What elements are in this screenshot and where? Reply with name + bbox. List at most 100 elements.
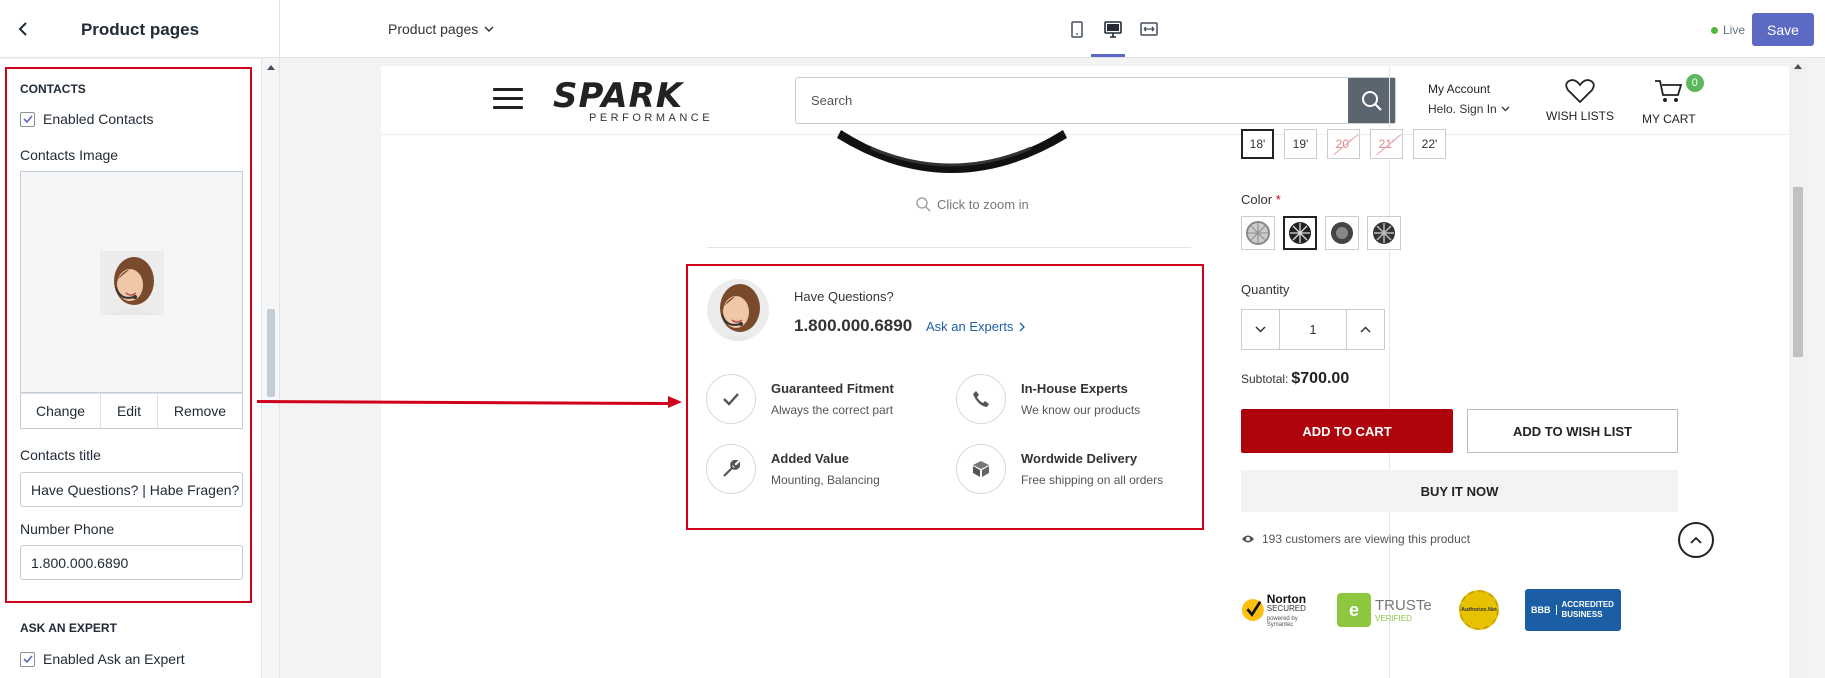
norton-check-icon <box>1241 599 1264 621</box>
feature-item: Wordwide Delivery Free shipping on all o… <box>956 444 1186 496</box>
bbb-line1: ACCREDITED <box>1561 600 1614 610</box>
contacts-annotation-frame <box>5 67 252 603</box>
checkmark-icon <box>22 655 33 663</box>
active-device-indicator <box>1091 54 1125 57</box>
feature-title: Added Value <box>771 451 850 466</box>
quantity-input[interactable]: 1 <box>1279 310 1347 349</box>
annotation-arrow-head <box>668 396 682 408</box>
menu-button[interactable] <box>493 88 523 110</box>
feature-title: In-House Experts <box>1021 381 1128 396</box>
cart-label: MY CART <box>1642 112 1696 126</box>
contacts-phone[interactable]: 1.800.000.6890 <box>794 316 912 336</box>
sidebar-scroll-thumb[interactable] <box>267 309 275 397</box>
wrench-icon <box>723 460 740 477</box>
box-icon <box>973 461 989 477</box>
enabled-ask-checkbox[interactable]: Enabled Ask an Expert <box>20 651 185 667</box>
add-to-cart-button[interactable]: ADD TO CART <box>1241 409 1453 453</box>
feature-icon-circle <box>706 444 756 494</box>
heart-icon <box>1565 79 1595 104</box>
chevron-right-icon <box>1019 322 1026 331</box>
mobile-icon <box>1071 20 1083 38</box>
feature-icon-circle <box>956 444 1006 494</box>
live-status: Live <box>1711 23 1745 37</box>
size-option[interactable]: 19' <box>1284 129 1317 159</box>
color-swatch[interactable] <box>1325 216 1359 250</box>
save-button[interactable]: Save <box>1752 13 1814 46</box>
norton-badge: Norton SECURED powered by Symantec <box>1241 589 1321 631</box>
color-swatch[interactable] <box>1241 216 1275 250</box>
size-option[interactable]: 21' <box>1370 129 1403 159</box>
enabled-ask-label: Enabled Ask an Expert <box>43 651 185 667</box>
color-label-text: Color <box>1241 192 1273 207</box>
store-search-input[interactable]: Search <box>796 78 1348 123</box>
panel-title: Product pages <box>80 20 200 39</box>
cart-icon-wrap: 0 <box>1654 72 1706 107</box>
back-to-top-button[interactable] <box>1678 522 1714 558</box>
ask-expert-label: Ask an Experts <box>926 319 1014 334</box>
mobile-view-button[interactable] <box>1066 18 1088 40</box>
subtotal: Subtotal: $700.00 <box>1241 370 1349 388</box>
preview-scroll-thumb[interactable] <box>1793 187 1803 357</box>
feature-item: Guaranteed Fitment Always the correct pa… <box>706 374 936 426</box>
device-switcher <box>1066 18 1160 40</box>
norton-main: Norton <box>1266 591 1307 606</box>
size-option[interactable]: 22' <box>1413 129 1446 159</box>
checkbox-box <box>20 651 35 667</box>
zoom-icon <box>916 197 931 212</box>
check-icon <box>723 393 739 406</box>
live-label: Live <box>1723 23 1746 37</box>
phone-icon <box>973 391 989 407</box>
truste-logo-icon: e <box>1337 593 1371 627</box>
authorize-net-seal: Authorize.Net <box>1459 590 1499 630</box>
search-button[interactable] <box>1348 78 1395 123</box>
page-selector-label: Product pages <box>388 21 479 37</box>
hamburger-line <box>493 106 523 109</box>
chevron-down-icon <box>484 25 494 32</box>
cart-count-badge: 0 <box>1683 72 1706 94</box>
size-option[interactable]: 18' <box>1241 129 1274 159</box>
feature-icon-circle <box>956 374 1006 424</box>
bbb-line2: BUSINESS <box>1561 610 1603 619</box>
quantity-decrease-button[interactable] <box>1242 310 1279 349</box>
quantity-increase-button[interactable] <box>1347 310 1384 349</box>
subtotal-label: Subtotal: <box>1241 372 1289 386</box>
desktop-view-button[interactable] <box>1102 18 1124 40</box>
account-menu[interactable]: My Account Helo. Sign In <box>1428 82 1510 116</box>
wishlist-link[interactable]: WISH LISTS <box>1546 78 1614 123</box>
color-swatch[interactable] <box>1367 216 1401 250</box>
wishlist-label: WISH LISTS <box>1546 109 1615 123</box>
feature-title: Wordwide Delivery <box>1021 451 1138 466</box>
color-swatch[interactable] <box>1283 216 1317 250</box>
cart-icon <box>1654 80 1682 102</box>
viewing-count: 193 customers are viewing this product <box>1241 532 1470 546</box>
agent-avatar-image <box>707 279 769 341</box>
norton-text: Norton SECURED powered by Symantec <box>1267 593 1321 628</box>
zoom-hint[interactable]: Click to zoom in <box>916 197 1029 212</box>
store-logo[interactable]: SPARK <box>553 76 683 116</box>
feature-title: Guaranteed Fitment <box>771 381 894 396</box>
add-to-wishlist-button[interactable]: ADD TO WISH LIST <box>1467 409 1678 453</box>
desktop-icon <box>1104 20 1122 38</box>
chevron-down-icon <box>1255 326 1266 333</box>
truste-text: TRUSTe VERIFIED <box>1375 598 1432 623</box>
sign-in-link[interactable]: Helo. Sign In <box>1428 102 1510 116</box>
page-selector[interactable]: Product pages <box>388 21 494 37</box>
scroll-up-icon[interactable] <box>1794 64 1802 69</box>
feature-item: In-House Experts We know our products <box>956 374 1186 426</box>
buy-now-button[interactable]: BUY IT NOW <box>1241 470 1678 512</box>
fullwidth-icon <box>1140 22 1158 36</box>
ask-expert-heading: ASK AN EXPERT <box>20 621 117 635</box>
contacts-block: Have Questions? 1.800.000.6890 Ask an Ex… <box>686 264 1204 530</box>
ask-expert-link[interactable]: Ask an Experts <box>926 319 1026 334</box>
search-icon <box>1361 90 1382 111</box>
store-search: Search <box>795 77 1396 124</box>
size-option[interactable]: 20' <box>1327 129 1360 159</box>
sidebar-scrollbar[interactable] <box>262 59 280 678</box>
eye-icon <box>1242 535 1254 543</box>
live-dot-icon <box>1711 26 1718 34</box>
cart-link[interactable]: 0 MY CART <box>1642 72 1706 126</box>
preview-scrollbar[interactable] <box>1789 59 1807 678</box>
truste-badge: e TRUSTe VERIFIED <box>1337 589 1443 631</box>
fullwidth-view-button[interactable] <box>1138 18 1160 40</box>
scroll-up-icon[interactable] <box>267 65 275 70</box>
